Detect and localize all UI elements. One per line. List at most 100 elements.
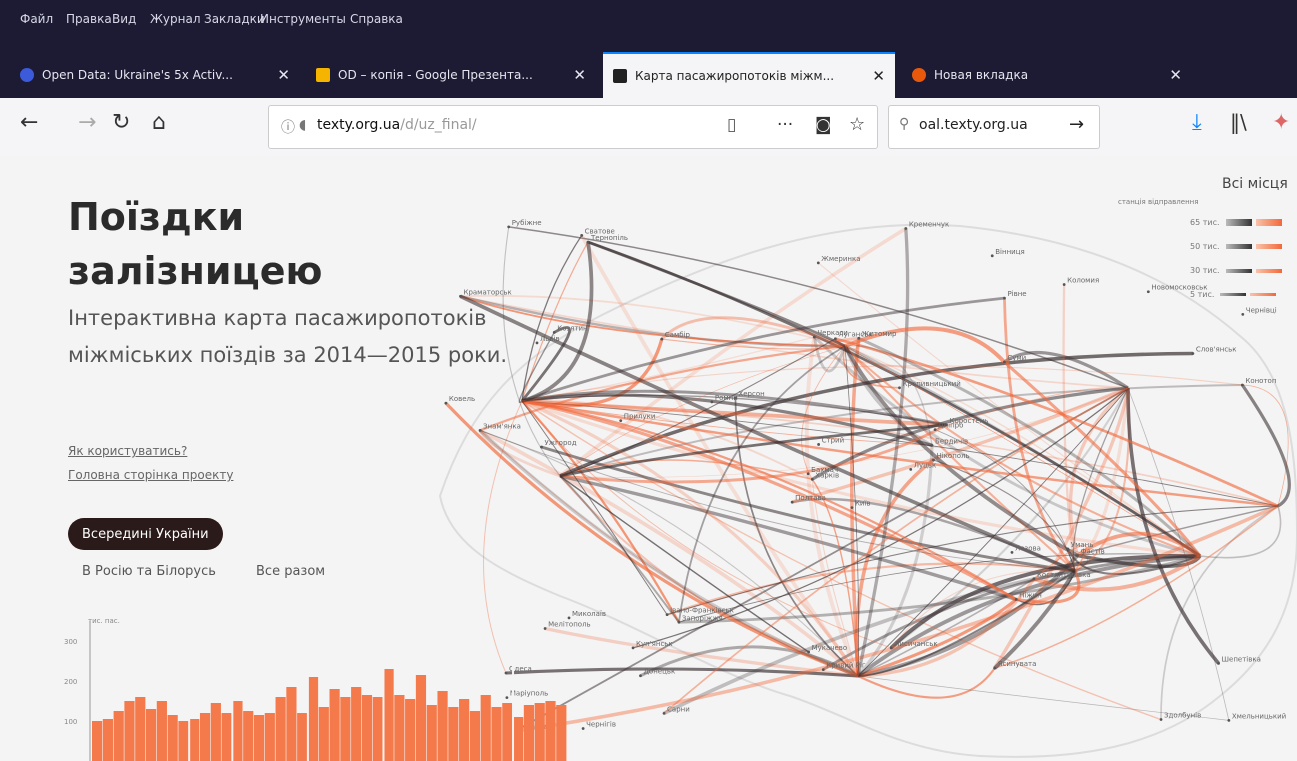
help-link[interactable]: Як користуватись?: [68, 444, 187, 458]
tab-texty-map[interactable]: Карта пасажиропотоків міжм... ✕: [603, 52, 895, 98]
city-dot: [990, 254, 994, 258]
city-label: Лисичанськ: [894, 640, 937, 648]
city-label: Слов'янськ: [1196, 346, 1237, 354]
hist-bar: [178, 721, 189, 761]
page-content: Київ Львів Харків Одеса Дніпро Запоріжжя Вінни…: [0, 156, 1297, 761]
tab-open-data[interactable]: Open Data: Ukraine's 5x Activ... ✕: [10, 52, 300, 98]
city-label: Суми: [1007, 354, 1026, 362]
hist-bar: [556, 705, 567, 761]
city-label: Коростень: [949, 417, 988, 425]
city-dot: [1062, 283, 1066, 286]
library-icon[interactable]: ‖\: [1230, 110, 1247, 134]
close-tab-icon[interactable]: ✕: [864, 67, 885, 85]
close-tab-icon[interactable]: ✕: [269, 66, 290, 84]
city-dot: [812, 335, 816, 339]
city-label: Умань: [1071, 541, 1094, 549]
city-dot: [540, 445, 543, 449]
hist-bar: [167, 715, 178, 761]
hist-bar: [318, 707, 329, 761]
menu-item[interactable]: Справка: [350, 12, 403, 26]
search-go-icon[interactable]: →: [1069, 114, 1084, 135]
city-dot: [1241, 312, 1245, 316]
hist-bar: [372, 697, 383, 761]
city-dot: [904, 227, 908, 230]
city-label: Стрий: [822, 436, 845, 444]
hist-bar: [297, 713, 308, 761]
city-label: Ковель: [449, 395, 475, 403]
tab-new[interactable]: Новая вкладка ✕: [902, 52, 1192, 98]
city-dot: [945, 423, 948, 427]
city-label: Львів: [540, 335, 560, 343]
reload-icon[interactable]: ↻: [112, 110, 130, 135]
city-label: Чернігів: [586, 721, 616, 729]
city-dot: [1240, 383, 1244, 387]
menu-item[interactable]: Файл: [20, 12, 53, 26]
url-bar[interactable]: ⓘ ◖ texty.org.ua/d/uz_final/ ▯ ··· ◙ ☆: [268, 105, 878, 149]
hist-bar: [210, 703, 221, 761]
city-dot: [507, 225, 511, 229]
extension-icon[interactable]: ✦: [1272, 110, 1290, 135]
legend-title: Всі місця: [1222, 176, 1288, 192]
close-tab-icon[interactable]: ✕: [1161, 66, 1182, 84]
menu-item[interactable]: Правка: [66, 12, 112, 26]
info-icon[interactable]: ⓘ: [281, 117, 295, 137]
city-dot: [665, 613, 669, 617]
hist-bar: [307, 677, 319, 761]
hist-bar: [426, 705, 437, 761]
city-dot: [581, 727, 585, 730]
city-dot: [710, 400, 714, 404]
city-dot: [459, 294, 462, 298]
hist-bar: [502, 703, 513, 761]
texty-icon: [613, 69, 627, 83]
menu-item[interactable]: Инструменты: [260, 12, 346, 26]
city-dot: [586, 240, 590, 244]
city-dot: [662, 711, 666, 715]
tab-google-slides[interactable]: OD – копія - Google Презента... ✕: [306, 52, 596, 98]
hist-bar: [92, 721, 103, 761]
home-icon[interactable]: ⌂: [152, 110, 166, 135]
download-icon[interactable]: ⤓: [1192, 110, 1202, 135]
monthly-histogram[interactable]: тис. пас. 100 200 300: [60, 611, 580, 761]
flow-link: [678, 345, 846, 623]
city-dot: [810, 477, 814, 481]
pocket-icon[interactable]: ◙: [815, 115, 832, 135]
home-link[interactable]: Головна сторінка проекту: [68, 468, 233, 482]
menu-item[interactable]: Вид: [112, 12, 136, 26]
forward-icon[interactable]: →: [78, 110, 96, 135]
hist-bar: [361, 695, 373, 761]
city-label: Херсон: [738, 390, 764, 398]
filter-all-button[interactable]: Все разом: [256, 564, 325, 579]
search-bar[interactable]: ⚲ oal.texty.org.ua →: [888, 105, 1100, 149]
hist-tick-label: 300: [64, 638, 77, 646]
back-icon[interactable]: ←: [20, 110, 38, 135]
globe-icon: [20, 68, 34, 82]
city-dot: [1002, 360, 1006, 364]
page-actions-icon[interactable]: ···: [777, 115, 793, 135]
menu-item[interactable]: Закладки: [204, 12, 265, 26]
slides-icon: [316, 68, 330, 82]
city-label: Рівне: [1007, 290, 1026, 298]
city-label: Краматорськ: [463, 288, 511, 296]
shield-icon[interactable]: ◖: [299, 117, 306, 133]
city-dot: [817, 443, 821, 446]
hist-bar: [459, 699, 470, 761]
reader-view-icon[interactable]: ▯: [727, 115, 736, 135]
city-dot: [1217, 662, 1220, 665]
flow-link: [1242, 384, 1289, 507]
city-label: Нікополь: [936, 452, 969, 460]
close-tab-icon[interactable]: ✕: [565, 66, 586, 84]
bookmark-star-icon[interactable]: ☆: [849, 114, 865, 135]
city-label: Рубіжне: [512, 219, 542, 227]
flow-link: [521, 400, 933, 446]
city-label: Жмеринка: [821, 255, 860, 263]
filter-ukraine-button[interactable]: Всередині України: [68, 518, 223, 550]
legend-orange-swatch: [1255, 219, 1282, 226]
city-label: Кременчук: [909, 221, 949, 229]
legend-row: 30 тис.: [1190, 266, 1282, 275]
menu-bar: Файл Правка Вид Журнал Закладки Инструменты Сп…: [0, 0, 1297, 42]
city-dot: [1191, 352, 1195, 355]
menu-item[interactable]: Журнал: [150, 12, 201, 26]
city-label: Лозова: [1015, 544, 1041, 552]
hist-bar: [383, 669, 394, 761]
filter-russia-belarus-button[interactable]: В Росію та Білорусь: [82, 564, 216, 579]
